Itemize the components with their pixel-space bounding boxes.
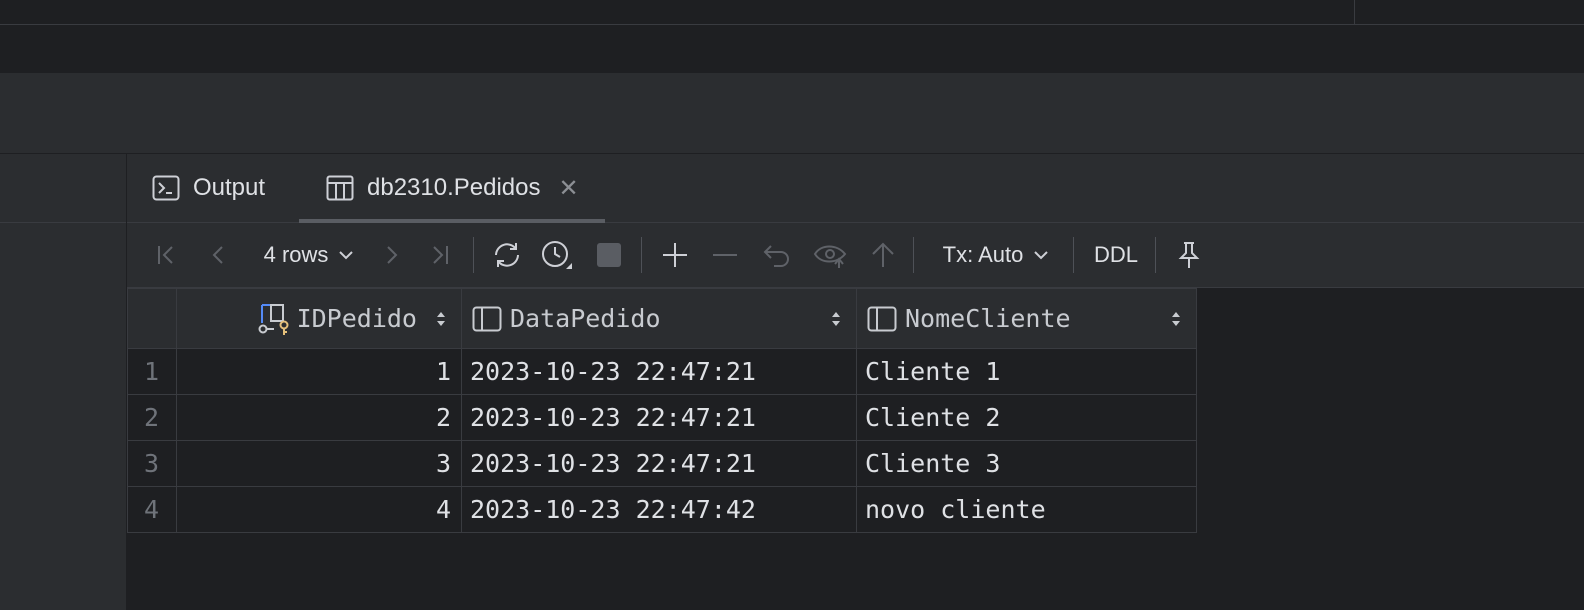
column-icon	[867, 306, 897, 331]
top-bar-divider	[1354, 0, 1355, 24]
refresh-icon[interactable]	[489, 223, 525, 287]
rows-label: 4 rows	[263, 242, 329, 267]
toolbar-separator	[1155, 237, 1156, 273]
add-row-icon[interactable]	[657, 223, 693, 287]
toolbar-separator	[473, 237, 474, 273]
previous-page-icon[interactable]	[203, 223, 233, 287]
chevron-down-icon	[1034, 251, 1049, 260]
primary-key-column-icon	[258, 303, 289, 335]
top-bar	[0, 0, 1584, 25]
revert-icon[interactable]	[759, 223, 795, 287]
toolbar-separator	[641, 237, 642, 273]
results-table: IDPedido DataPedido NomeCliente 1 1 2023…	[127, 288, 1197, 533]
toolbar-separator	[913, 237, 914, 273]
column-icon	[472, 306, 502, 331]
cell-datapedido[interactable]: 2023-10-23 22:47:21	[461, 348, 857, 395]
transaction-mode-dropdown[interactable]: Tx: Auto	[931, 223, 1061, 287]
cell-idpedido[interactable]: 2	[176, 394, 462, 441]
row-number[interactable]: 1	[127, 348, 177, 395]
services-panel: Output db2310.Pedidos ✕ 4 rows Tx: Auto …	[127, 154, 1584, 610]
table-row[interactable]: 3 3 2023-10-23 22:47:21 Cliente 3	[127, 440, 1197, 487]
cell-datapedido[interactable]: 2023-10-23 22:47:42	[461, 486, 857, 533]
table-row[interactable]: 4 4 2023-10-23 22:47:42 novo cliente	[127, 486, 1197, 533]
cell-nomecliente[interactable]: Cliente 1	[856, 348, 1197, 395]
editor-area	[0, 25, 1584, 73]
history-icon[interactable]	[539, 223, 575, 287]
row-number[interactable]: 4	[127, 486, 177, 533]
left-strip-divider	[0, 222, 126, 223]
table-row[interactable]: 1 1 2023-10-23 22:47:21 Cliente 1	[127, 348, 1197, 395]
ddl-button[interactable]: DDL	[1085, 223, 1147, 287]
ddl-label: DDL	[1093, 242, 1138, 267]
sort-icon[interactable]	[435, 309, 447, 329]
left-tool-strip	[0, 154, 127, 610]
tab-output[interactable]: Output	[151, 154, 265, 222]
cell-idpedido[interactable]: 3	[176, 440, 462, 487]
toolbar-separator	[1073, 237, 1074, 273]
table-icon	[325, 173, 355, 203]
splitter-area	[0, 73, 1584, 154]
cell-nomecliente[interactable]: Cliente 2	[856, 394, 1197, 441]
grid-toolbar: 4 rows Tx: Auto DDL	[127, 223, 1584, 288]
column-header-datapedido[interactable]: DataPedido	[461, 288, 857, 349]
tab-bar: Output db2310.Pedidos ✕	[127, 154, 1584, 223]
sort-icon[interactable]	[830, 309, 842, 329]
pin-icon[interactable]	[1171, 223, 1207, 287]
column-header-label: NomeCliente	[905, 304, 1071, 333]
next-page-icon[interactable]	[377, 223, 407, 287]
preview-pending-changes-icon[interactable]	[811, 223, 851, 287]
table-row[interactable]: 2 2 2023-10-23 22:47:21 Cliente 2	[127, 394, 1197, 441]
cell-datapedido[interactable]: 2023-10-23 22:47:21	[461, 440, 857, 487]
close-icon[interactable]: ✕	[558, 174, 578, 203]
tab-db2310-pedidos[interactable]: db2310.Pedidos ✕	[299, 154, 605, 223]
tx-label: Tx: Auto	[942, 242, 1024, 267]
cell-idpedido[interactable]: 4	[176, 486, 462, 533]
column-header-label: DataPedido	[510, 304, 661, 333]
data-grid: IDPedido DataPedido NomeCliente 1 1 2023…	[127, 288, 1197, 533]
row-number[interactable]: 3	[127, 440, 177, 487]
grid-corner	[127, 288, 177, 349]
tab-output-label: Output	[193, 174, 266, 201]
rows-dropdown[interactable]: 4 rows	[253, 223, 365, 287]
cell-nomecliente[interactable]: Cliente 3	[856, 440, 1197, 487]
delete-row-icon[interactable]	[707, 223, 743, 287]
column-header-nomecliente[interactable]: NomeCliente	[856, 288, 1197, 349]
cell-idpedido[interactable]: 1	[176, 348, 462, 395]
cell-datapedido[interactable]: 2023-10-23 22:47:21	[461, 394, 857, 441]
last-page-icon[interactable]	[425, 223, 455, 287]
cell-nomecliente[interactable]: novo cliente	[856, 486, 1197, 533]
submit-icon[interactable]	[865, 223, 901, 287]
sort-icon[interactable]	[1170, 309, 1182, 329]
header-row: IDPedido DataPedido NomeCliente	[127, 288, 1197, 349]
first-page-icon[interactable]	[151, 223, 181, 287]
column-header-idpedido[interactable]: IDPedido	[176, 288, 462, 349]
stop-icon[interactable]	[591, 223, 627, 287]
terminal-icon	[151, 173, 181, 203]
tab-pedidos-label: db2310.Pedidos	[367, 174, 541, 201]
chevron-down-icon	[339, 251, 354, 260]
column-header-label: IDPedido	[296, 304, 417, 333]
row-number[interactable]: 2	[127, 394, 177, 441]
